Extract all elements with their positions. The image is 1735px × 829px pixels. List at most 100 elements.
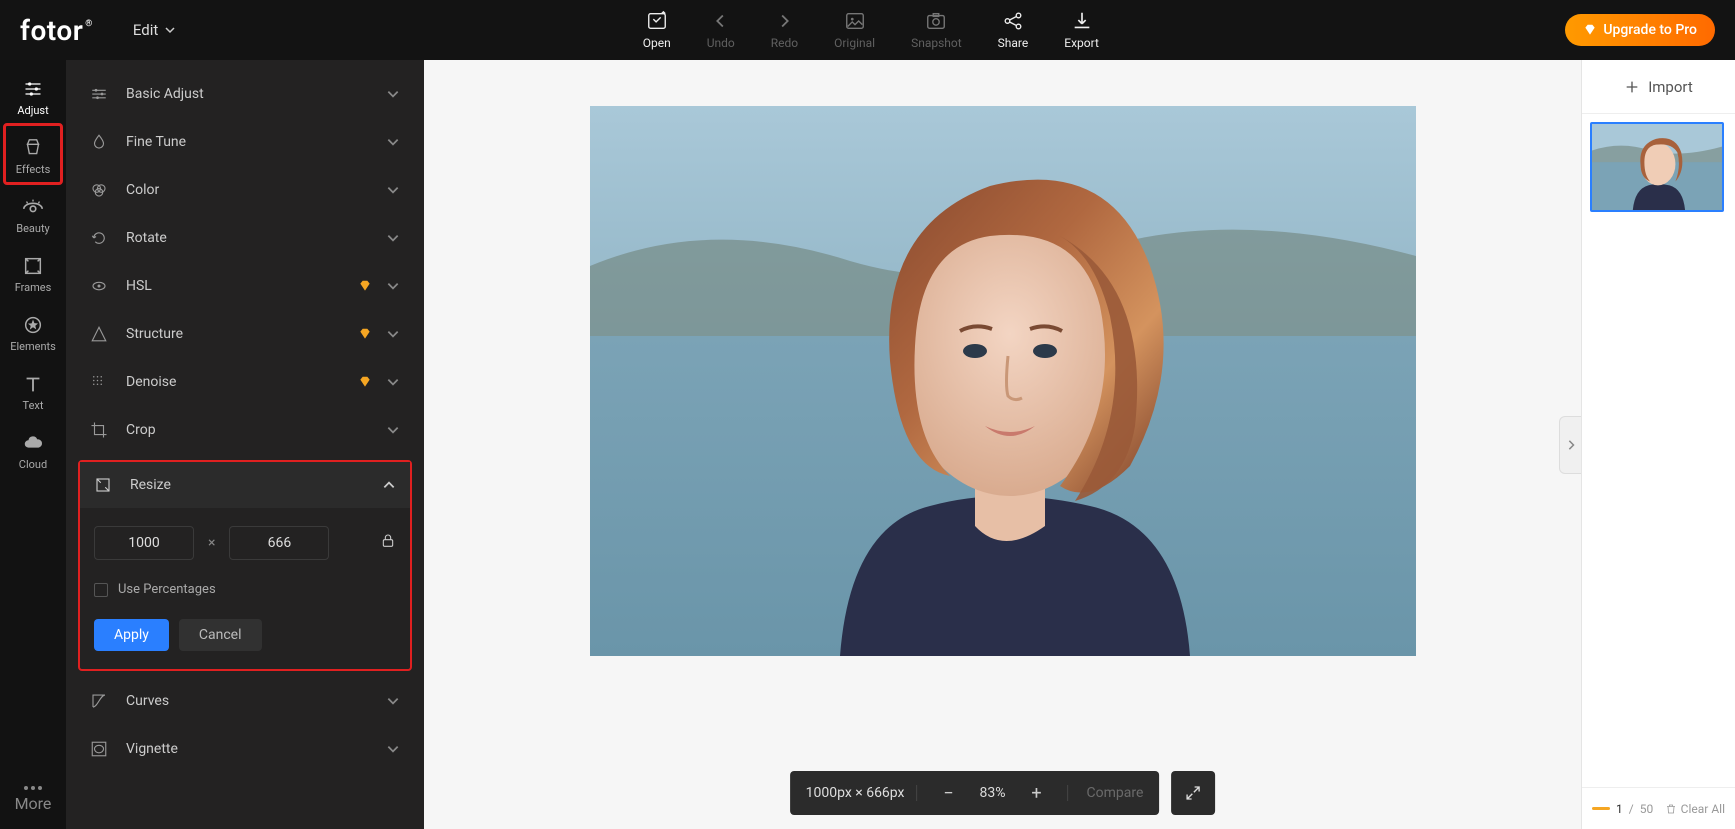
snapshot-button[interactable]: Snapshot (911, 10, 962, 50)
fit-screen-button[interactable] (1171, 771, 1215, 815)
redo-label: Redo (771, 36, 798, 50)
panel-rotate[interactable]: Rotate (66, 214, 424, 262)
hsl-icon (90, 277, 108, 295)
zoom-out-button[interactable]: − (940, 783, 958, 804)
open-button[interactable]: Open (643, 10, 671, 50)
chevron-down-icon (386, 327, 400, 341)
rail-beauty-label: Beauty (16, 222, 50, 235)
panel-label: HSL (126, 278, 358, 294)
panel-denoise[interactable]: Denoise (66, 358, 424, 406)
apply-button[interactable]: Apply (94, 619, 169, 651)
apply-label: Apply (114, 627, 149, 643)
collapse-rightbar-handle[interactable] (1559, 416, 1581, 474)
rail-frames-label: Frames (15, 281, 52, 294)
undo-icon (710, 10, 732, 32)
denoise-icon (90, 373, 108, 391)
rail-frames[interactable]: Frames (0, 245, 66, 304)
panel-resize-label: Resize (130, 477, 382, 493)
import-button[interactable]: Import (1582, 60, 1735, 114)
upgrade-label: Upgrade to Pro (1603, 22, 1697, 38)
rotate-icon (90, 229, 108, 247)
rail-more-label: More (15, 794, 52, 813)
crop-icon (90, 421, 108, 439)
undo-button[interactable]: Undo (707, 10, 735, 50)
premium-diamond-icon (358, 375, 372, 389)
rail-elements[interactable]: Elements (0, 304, 66, 363)
rail-beauty[interactable]: Beauty (0, 186, 66, 245)
rail-effects[interactable]: Effects (0, 127, 66, 186)
panel-label: Color (126, 182, 386, 198)
original-icon (844, 10, 866, 32)
redo-icon (773, 10, 795, 32)
logo[interactable]: fotor ® (20, 14, 93, 47)
panel-hsl[interactable]: HSL (66, 262, 424, 310)
export-icon (1071, 10, 1093, 32)
export-button[interactable]: Export (1064, 10, 1099, 50)
curves-icon (90, 692, 108, 710)
chevron-right-icon (1566, 438, 1576, 452)
panel-color[interactable]: Color (66, 166, 424, 214)
text-icon (21, 373, 45, 395)
edit-menu[interactable]: Edit (133, 21, 176, 39)
use-percentages-checkbox[interactable]: Use Percentages (94, 582, 396, 597)
lock-aspect-button[interactable] (380, 532, 396, 554)
chevron-down-icon (386, 279, 400, 293)
panel-label: Crop (126, 422, 386, 438)
zoom-in-button[interactable]: + (1028, 783, 1046, 804)
drop-icon (90, 133, 108, 151)
chevron-down-icon (386, 183, 400, 197)
cloud-icon (21, 432, 45, 454)
canvas-image[interactable] (590, 106, 1416, 656)
resize-icon (94, 476, 112, 494)
open-label: Open (643, 36, 671, 50)
compare-button[interactable]: Compare (1068, 785, 1144, 801)
cancel-button[interactable]: Cancel (179, 619, 262, 651)
share-button[interactable]: Share (998, 10, 1029, 50)
clear-all-button[interactable]: Clear All (1665, 802, 1725, 816)
thumb-count-total: 50 (1640, 802, 1654, 816)
panel-curves[interactable]: Curves (66, 677, 424, 725)
panel-crop[interactable]: Crop (66, 406, 424, 454)
resize-width-input[interactable] (94, 526, 194, 560)
panel-resize-header[interactable]: Resize (80, 462, 410, 508)
use-percentages-label: Use Percentages (118, 582, 216, 597)
canvas-dimensions: 1000px × 666px (806, 785, 918, 801)
rail-more[interactable]: More (0, 774, 66, 829)
rail-text[interactable]: Text (0, 363, 66, 422)
redo-button[interactable]: Redo (771, 10, 798, 50)
chevron-down-icon (386, 742, 400, 756)
premium-diamond-icon (358, 327, 372, 341)
cancel-label: Cancel (199, 627, 242, 643)
effects-icon (21, 137, 45, 159)
thumbnail[interactable] (1590, 122, 1724, 212)
color-icon (90, 181, 108, 199)
chevron-down-icon (164, 24, 176, 36)
rail-cloud[interactable]: Cloud (0, 422, 66, 481)
panel-label: Structure (126, 326, 358, 342)
rail-adjust[interactable]: Adjust (0, 68, 66, 127)
panel-fine-tune[interactable]: Fine Tune (66, 118, 424, 166)
sliders-icon (90, 85, 108, 103)
premium-diamond-icon (358, 279, 372, 293)
panel-label: Fine Tune (126, 134, 386, 150)
panel-vignette[interactable]: Vignette (66, 725, 424, 773)
panel-label: Denoise (126, 374, 358, 390)
export-label: Export (1064, 36, 1099, 50)
chevron-down-icon (386, 135, 400, 149)
panel-basic-adjust[interactable]: Basic Adjust (66, 70, 424, 118)
panel-label: Rotate (126, 230, 386, 246)
panel-structure[interactable]: Structure (66, 310, 424, 358)
original-button[interactable]: Original (834, 10, 875, 50)
edit-menu-label: Edit (133, 21, 158, 39)
snapshot-label: Snapshot (911, 36, 962, 50)
chevron-down-icon (386, 694, 400, 708)
beauty-icon (21, 196, 45, 218)
structure-icon (90, 325, 108, 343)
upgrade-button[interactable]: Upgrade to Pro (1565, 14, 1715, 46)
snapshot-icon (925, 10, 947, 32)
rail-text-label: Text (23, 399, 44, 412)
resize-height-input[interactable] (229, 526, 329, 560)
fit-icon (1184, 784, 1202, 802)
chevron-down-icon (386, 423, 400, 437)
chevron-down-icon (386, 87, 400, 101)
